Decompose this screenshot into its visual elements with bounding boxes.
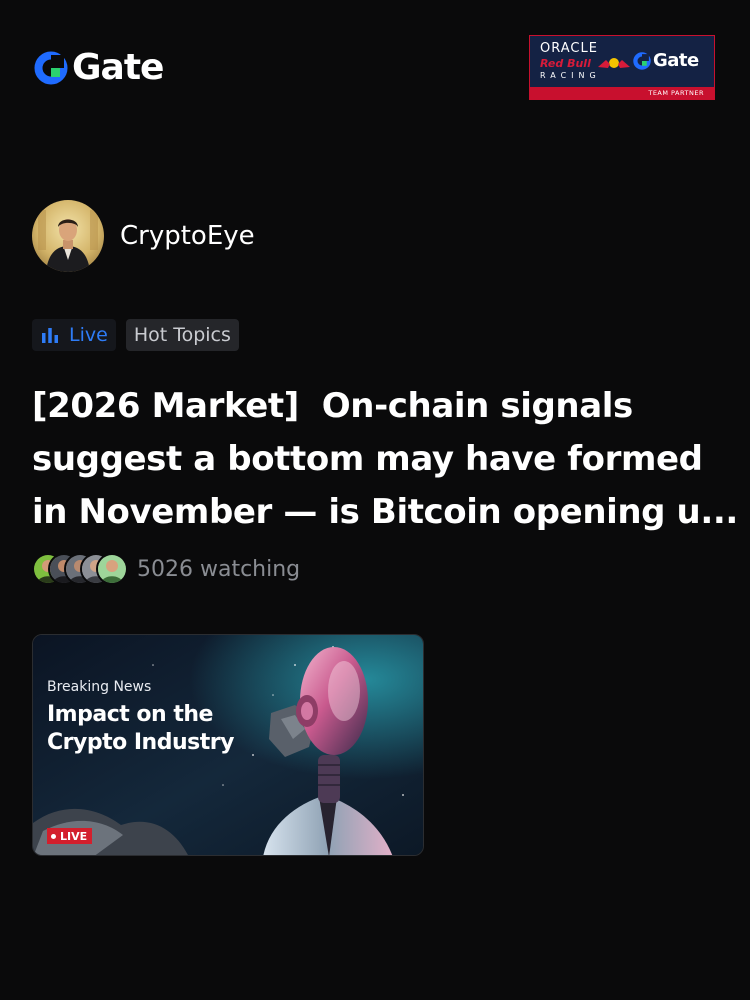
avatar[interactable] [32, 200, 104, 272]
watch-count: 5026 watching [137, 556, 301, 582]
hot-topics-tag[interactable]: Hot Topics [125, 319, 239, 351]
live-dot-icon [51, 833, 56, 839]
video-kicker: Breaking News [47, 679, 152, 695]
live-tag[interactable]: Live [32, 319, 116, 351]
partner-banner[interactable]: ORACLE Red Bull RACING Gate TEAM PARTNER [529, 35, 715, 100]
author-row[interactable]: CryptoEye [32, 200, 255, 272]
tag-row: Live Hot Topics [32, 319, 239, 351]
author-name[interactable]: CryptoEye [120, 221, 255, 251]
partner-redbull-text: Red Bull [540, 57, 591, 70]
brand-name: Gate [72, 47, 164, 88]
bar-chart-icon [42, 328, 58, 343]
post-title[interactable]: [2026 Market] On-chain signals suggest a… [32, 380, 738, 539]
partner-gate-logo: Gate [633, 50, 699, 71]
video-live-label: LIVE [60, 829, 88, 843]
video-headline: Impact on the Crypto Industry [47, 702, 234, 755]
hot-topics-label: Hot Topics [133, 324, 231, 346]
partner-oracle-text: ORACLE [540, 41, 598, 56]
live-tag-label: Live [69, 324, 108, 346]
video-card[interactable]: Breaking News Impact on the Crypto Indus… [32, 634, 424, 856]
video-live-badge: LIVE [47, 828, 93, 844]
watcher-avatar [96, 553, 128, 585]
gate-logo[interactable]: Gate [34, 47, 164, 88]
gate-logo-small-icon [633, 51, 651, 70]
team-partner-badge: TEAM PARTNER [530, 87, 714, 99]
watchers-row: 5026 watching [32, 553, 300, 585]
partner-racing-text: RACING [540, 71, 601, 80]
partner-gate-text: Gate [653, 50, 699, 71]
gate-logo-icon [34, 51, 68, 85]
redbull-bulls-icon [598, 58, 630, 68]
avatar-photo [32, 200, 104, 272]
watcher-avatars [32, 553, 128, 585]
